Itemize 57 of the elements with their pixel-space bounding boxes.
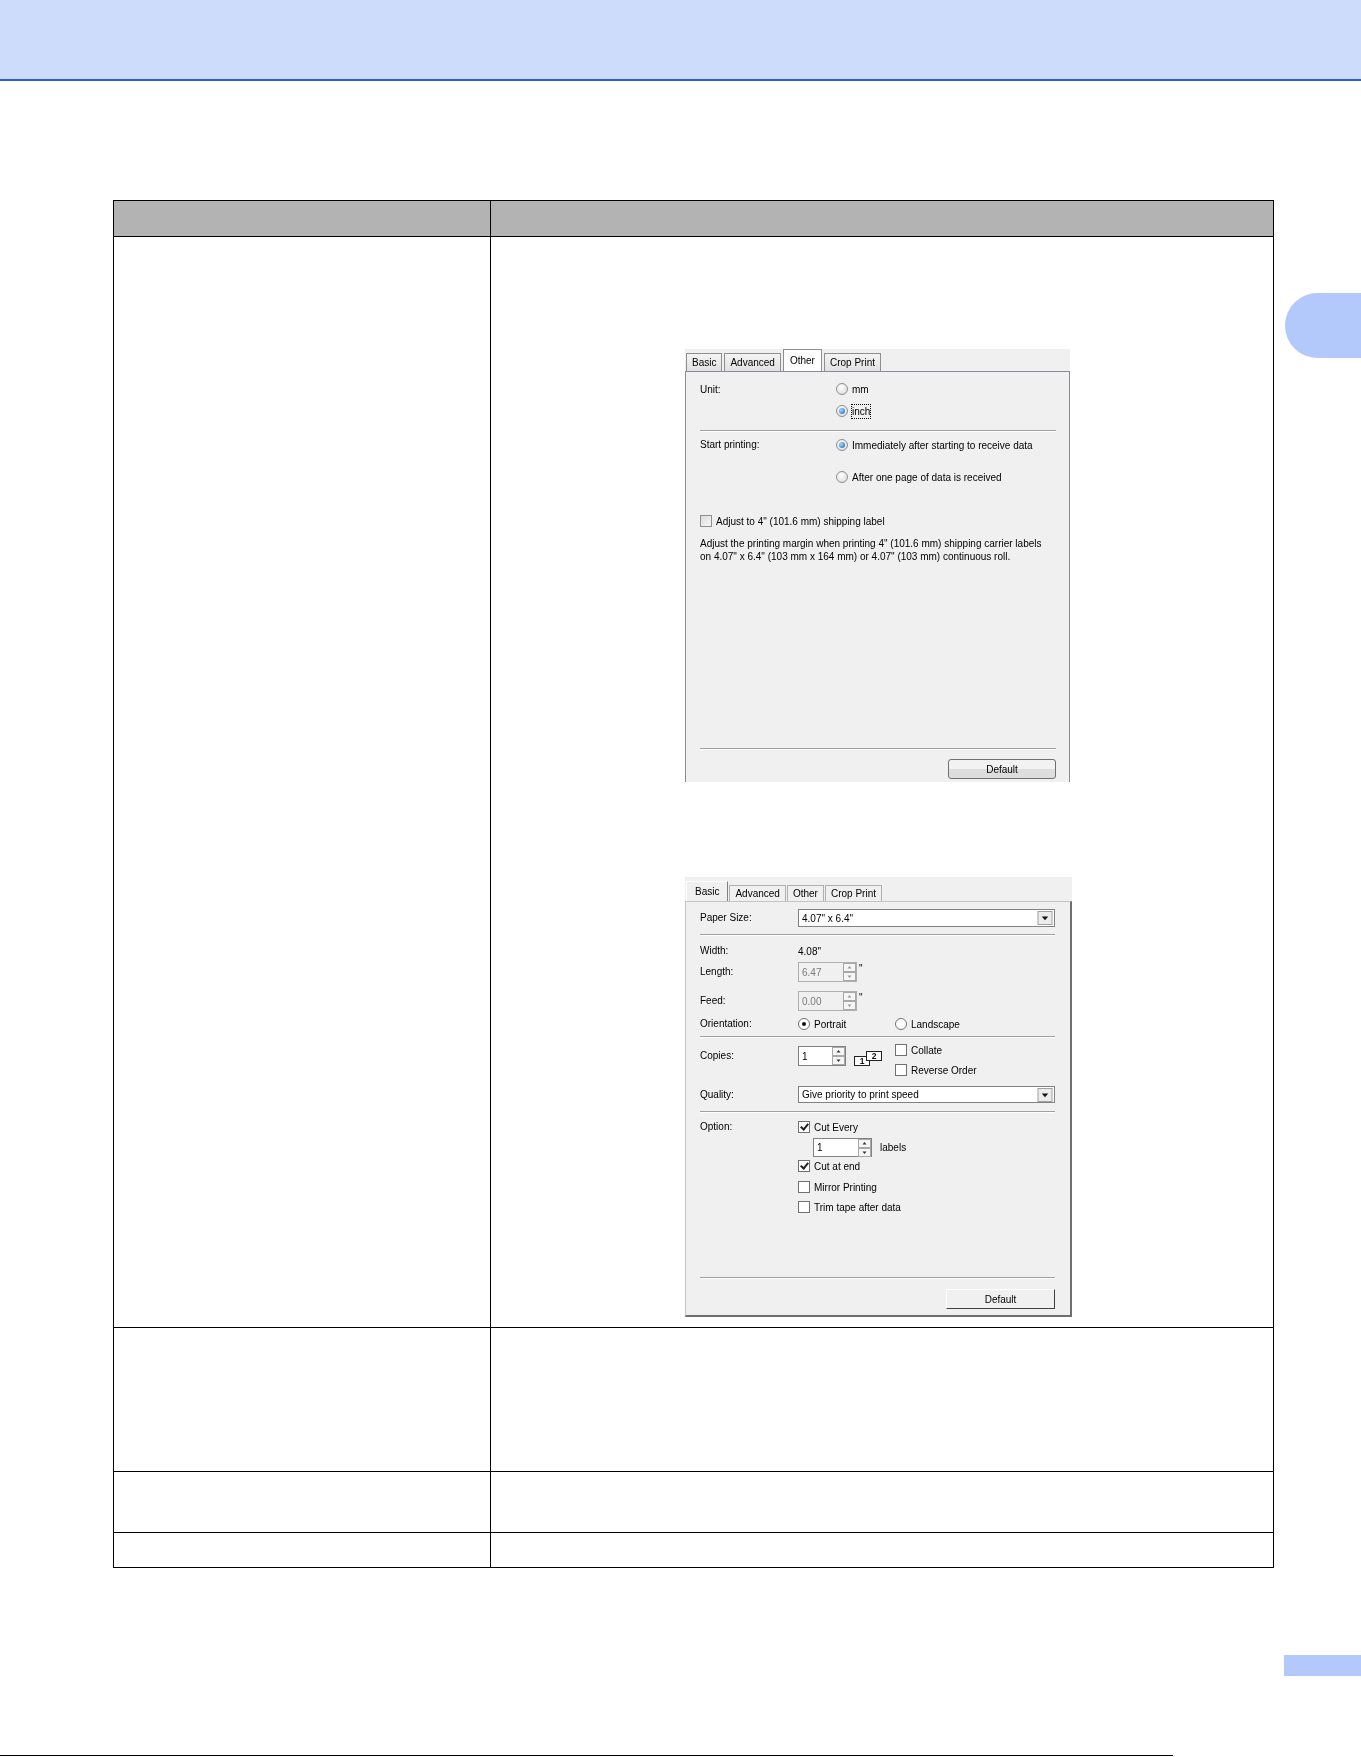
tab[interactable]: Basic — [686, 353, 723, 371]
radio-label[interactable]: Portrait — [814, 1017, 847, 1031]
radio-button[interactable] — [895, 1018, 907, 1030]
checkbox[interactable] — [700, 515, 712, 527]
checkbox[interactable] — [798, 1181, 810, 1193]
radio-label[interactable]: Landscape — [911, 1017, 960, 1031]
field-label: Copies: — [700, 1049, 734, 1063]
checkbox-label[interactable]: Trim tape after data — [814, 1200, 901, 1214]
field-label: Quality: — [700, 1087, 734, 1102]
tab[interactable]: Advanced — [724, 353, 781, 371]
checkbox-label[interactable]: Mirror Printing — [814, 1180, 877, 1194]
checkbox-label[interactable]: Reverse Order — [911, 1063, 977, 1077]
radio-button[interactable] — [836, 471, 848, 483]
description-text: Adjust the printing margin when printing 4" (101.6 mm) shipping carrier labels on 4.07" x 6.4" (103 mm x 164 mm) or 4.07" (103 mm) continuous roll. — [700, 537, 1043, 563]
default-button[interactable]: Default — [946, 1289, 1055, 1309]
field-label: Start printing: — [700, 438, 760, 452]
unit-label: " — [859, 991, 863, 1005]
checkbox[interactable] — [798, 1201, 810, 1213]
field-label: Orientation: — [700, 1017, 752, 1031]
tab[interactable]: Basic — [686, 881, 729, 901]
checkbox-label[interactable]: Cut at end — [814, 1159, 861, 1173]
checkbox[interactable] — [798, 1160, 810, 1172]
radio-label[interactable]: mm — [852, 382, 869, 396]
tab[interactable]: Advanced — [729, 885, 786, 901]
checkbox-label[interactable]: Cut Every — [814, 1120, 858, 1134]
checkbox[interactable] — [798, 1121, 810, 1133]
spin-arrows-icon[interactable] — [858, 1138, 871, 1157]
tab[interactable]: Other — [782, 349, 822, 371]
radio-button[interactable] — [836, 405, 848, 417]
radio-label[interactable]: Immediately after starting to receive data — [852, 438, 1033, 452]
dropdown[interactable]: Give priority to print speed — [798, 1086, 1055, 1103]
field-label: Option: — [700, 1120, 733, 1134]
unit-label: " — [859, 962, 863, 976]
field-label: Paper Size: — [700, 911, 752, 925]
radio-label[interactable]: inch — [852, 404, 871, 418]
unit-label: labels — [880, 1140, 907, 1155]
width-value: 4.08" — [798, 945, 821, 957]
number-field[interactable]: 1 — [813, 1138, 872, 1157]
checkbox-label[interactable]: Collate — [911, 1043, 943, 1057]
radio-button[interactable] — [836, 383, 848, 395]
radio-button[interactable] — [798, 1018, 810, 1030]
default-button[interactable]: Default — [948, 759, 1056, 779]
number-field[interactable]: 1 — [798, 1046, 846, 1066]
dropdown[interactable]: 4.07" x 6.4" — [798, 909, 1055, 927]
radio-label[interactable]: After one page of data is received — [852, 470, 1002, 484]
field-label: Unit: — [700, 383, 721, 397]
checkbox-label[interactable]: Adjust to 4" (101.6 mm) shipping label — [716, 514, 885, 528]
spin-arrows-icon[interactable] — [832, 1047, 845, 1065]
checkbox[interactable] — [895, 1064, 907, 1076]
checkbox[interactable] — [895, 1044, 907, 1056]
radio-button[interactable] — [836, 439, 848, 451]
field-label: Length: — [700, 965, 734, 979]
field-label: Feed: — [700, 994, 726, 1008]
tab[interactable]: Crop Print — [824, 885, 882, 901]
tab[interactable]: Other — [786, 885, 824, 901]
tab[interactable]: Crop Print — [823, 353, 881, 371]
field-label: Width: — [700, 944, 729, 958]
